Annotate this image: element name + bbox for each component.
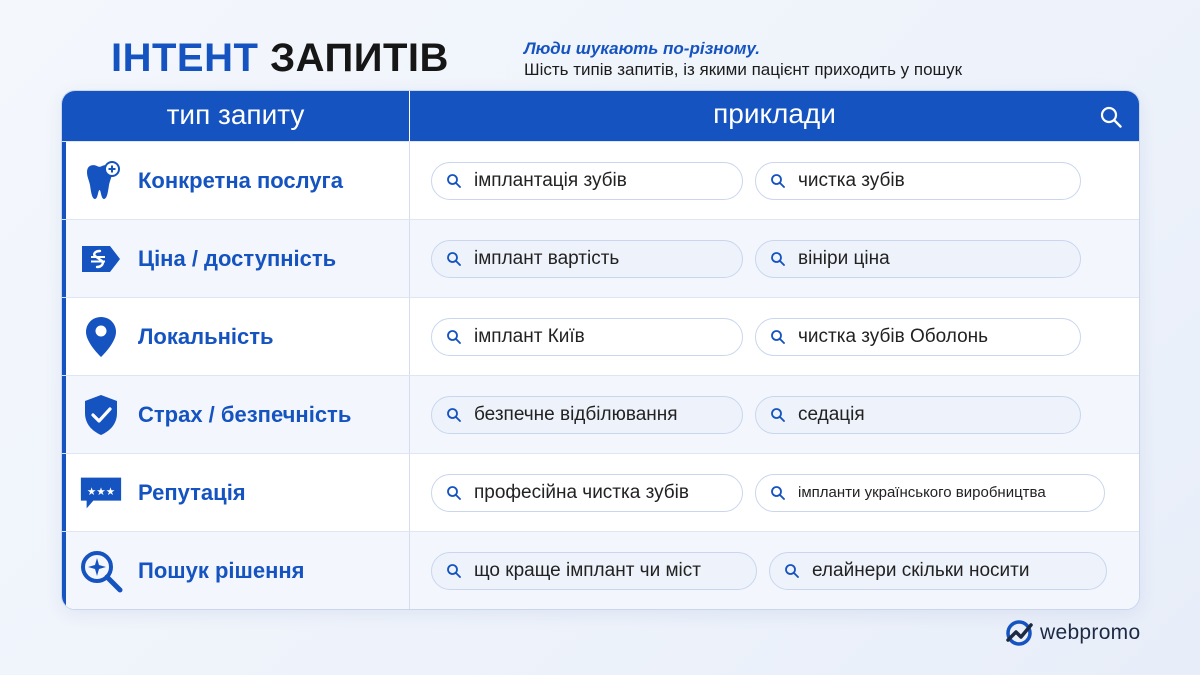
example-query-text: імплант Київ <box>474 325 585 347</box>
search-icon <box>771 251 785 266</box>
type-cell: Локальність <box>62 298 410 375</box>
example-query-pill[interactable]: імплантація зубів <box>431 161 743 200</box>
example-query-pill[interactable]: чистка зубів <box>755 161 1081 200</box>
example-query-text: вініри ціна <box>798 247 890 269</box>
type-cell: Страх / безпечність <box>62 376 410 453</box>
examples-cell: безпечне відбілювання седація <box>410 376 1139 453</box>
examples-cell: імплант Київ чистка зубів Оболонь <box>410 298 1139 375</box>
search-icon <box>447 485 461 500</box>
type-label: Локальність <box>138 323 274 349</box>
tooth-plus-icon <box>78 158 124 204</box>
column-header-type: тип запиту <box>62 91 410 141</box>
search-icon <box>447 563 461 578</box>
page-title-accent: ІНТЕНТ <box>111 36 259 80</box>
example-query-pill[interactable]: професійна чистка зубів <box>431 473 743 512</box>
brand-logo-text: webpromo <box>1040 621 1141 644</box>
search-icon <box>771 485 785 500</box>
example-query-text: седація <box>798 403 865 425</box>
example-query-text: безпечне відбілювання <box>474 403 678 425</box>
example-query-pill[interactable]: імплант Київ <box>431 317 743 356</box>
type-cell: Пошук рішення <box>62 532 410 609</box>
type-cell: Конкретна послуга <box>62 142 410 219</box>
search-icon <box>447 407 461 422</box>
search-icon <box>771 173 785 188</box>
example-query-pill[interactable]: елайнери скільки носити <box>769 551 1107 590</box>
search-icon <box>771 407 785 422</box>
example-query-pill[interactable]: що краще імплант чи міст <box>431 551 757 590</box>
table-row: ★★★ Репутація професійна чистка зубів ім… <box>62 453 1139 531</box>
subtitle: Люди шукають по-різному. Шість типів зап… <box>524 38 1124 81</box>
example-query-text: елайнери скільки носити <box>812 559 1030 581</box>
table-header: тип запиту приклади <box>62 91 1139 141</box>
example-query-text: що краще імплант чи міст <box>474 559 701 581</box>
type-cell: ★★★ Репутація <box>62 454 410 531</box>
table-row: Ціна / доступність імплант вартість віні… <box>62 219 1139 297</box>
example-query-text: імпланти українського виробництва <box>798 484 1046 501</box>
example-query-text: чистка зубів Оболонь <box>798 325 989 347</box>
examples-cell: імплантація зубів чистка зубів <box>410 142 1139 219</box>
example-query-pill[interactable]: імпланти українського виробництва <box>755 473 1105 512</box>
location-pin-icon <box>78 314 124 360</box>
type-cell: Ціна / доступність <box>62 220 410 297</box>
example-query-text: чистка зубів <box>798 169 905 191</box>
price-tag-hryvnia-icon <box>78 236 124 282</box>
search-icon <box>785 563 799 578</box>
examples-cell: професійна чистка зубів імпланти українс… <box>410 454 1139 531</box>
intent-table: тип запиту приклади Конкретна послуга ім… <box>61 90 1140 610</box>
column-header-examples: приклади <box>410 91 1139 141</box>
example-query-text: професійна чистка зубів <box>474 481 689 503</box>
example-query-pill[interactable]: імплант вартість <box>431 239 743 278</box>
example-query-pill[interactable]: безпечне відбілювання <box>431 395 743 434</box>
page-title-rest: ЗАПИТІВ <box>270 36 449 80</box>
example-query-text: імплантація зубів <box>474 169 627 191</box>
brand-logo[interactable]: webpromo <box>1004 618 1140 648</box>
search-icon[interactable] <box>1099 105 1123 129</box>
magnifier-sparkle-icon <box>78 548 124 594</box>
search-icon <box>447 173 461 188</box>
type-label: Страх / безпечність <box>138 401 352 427</box>
shield-check-icon <box>78 392 124 438</box>
example-query-pill[interactable]: чистка зубів Оболонь <box>755 317 1081 356</box>
table-row: Конкретна послуга імплантація зубів чист… <box>62 141 1139 219</box>
column-header-examples-label: приклади <box>713 98 836 129</box>
subtitle-line-1: Люди шукають по-різному. <box>524 39 760 58</box>
type-label: Конкретна послуга <box>138 167 343 193</box>
table-row: Страх / безпечність безпечне відбілюванн… <box>62 375 1139 453</box>
table-row: Локальність імплант Київ чистка зубів Об… <box>62 297 1139 375</box>
table-body: Конкретна послуга імплантація зубів чист… <box>62 141 1139 609</box>
search-icon <box>447 329 461 344</box>
type-label: Пошук рішення <box>138 557 305 583</box>
svg-text:★★★: ★★★ <box>87 485 115 497</box>
table-row: Пошук рішення що краще імплант чи міст е… <box>62 531 1139 609</box>
search-icon <box>447 251 461 266</box>
type-label: Ціна / доступність <box>138 245 337 271</box>
webpromo-logo-icon <box>1006 620 1033 646</box>
examples-cell: імплант вартість вініри ціна <box>410 220 1139 297</box>
example-query-text: імплант вартість <box>474 247 620 269</box>
search-icon <box>771 329 785 344</box>
rating-stars-bubble-icon: ★★★ <box>78 470 124 516</box>
examples-cell: що краще імплант чи міст елайнери скільк… <box>410 532 1139 609</box>
subtitle-line-2: Шість типів запитів, із якими пацієнт пр… <box>524 60 963 79</box>
example-query-pill[interactable]: седація <box>755 395 1081 434</box>
page-title: ІНТЕНТ ЗАПИТІВ <box>111 36 449 81</box>
type-label: Репутація <box>138 479 246 505</box>
example-query-pill[interactable]: вініри ціна <box>755 239 1081 278</box>
